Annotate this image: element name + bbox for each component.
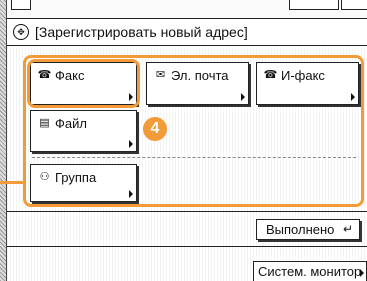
left-hatch-border xyxy=(0,0,7,281)
chevron-right-icon xyxy=(360,269,364,277)
screen: ✥ [Зарегистрировать новый адрес] ☎ Факс … xyxy=(0,0,367,281)
top-cut-strip xyxy=(7,0,367,19)
step-number-badge: 4 xyxy=(143,117,167,141)
top-cut-element xyxy=(289,0,339,10)
done-button[interactable]: Выполнено ↵ xyxy=(256,219,360,240)
highlight-frame-fax xyxy=(27,59,140,108)
top-cut-element xyxy=(341,0,367,10)
system-monitor-button[interactable]: Систем. монитор xyxy=(253,261,367,281)
divider xyxy=(7,211,367,212)
title-bar: ✥ [Зарегистрировать новый адрес] xyxy=(7,19,367,46)
address-book-icon: ✥ xyxy=(13,24,29,40)
top-cut-element xyxy=(11,0,31,10)
system-monitor-label: Систем. монитор xyxy=(258,264,362,279)
done-button-label: Выполнено xyxy=(266,222,335,237)
enter-arrow-icon: ↵ xyxy=(342,222,353,236)
callout-leader-line xyxy=(0,181,23,184)
divider xyxy=(7,246,367,247)
page-title: [Зарегистрировать новый адрес] xyxy=(35,24,248,40)
